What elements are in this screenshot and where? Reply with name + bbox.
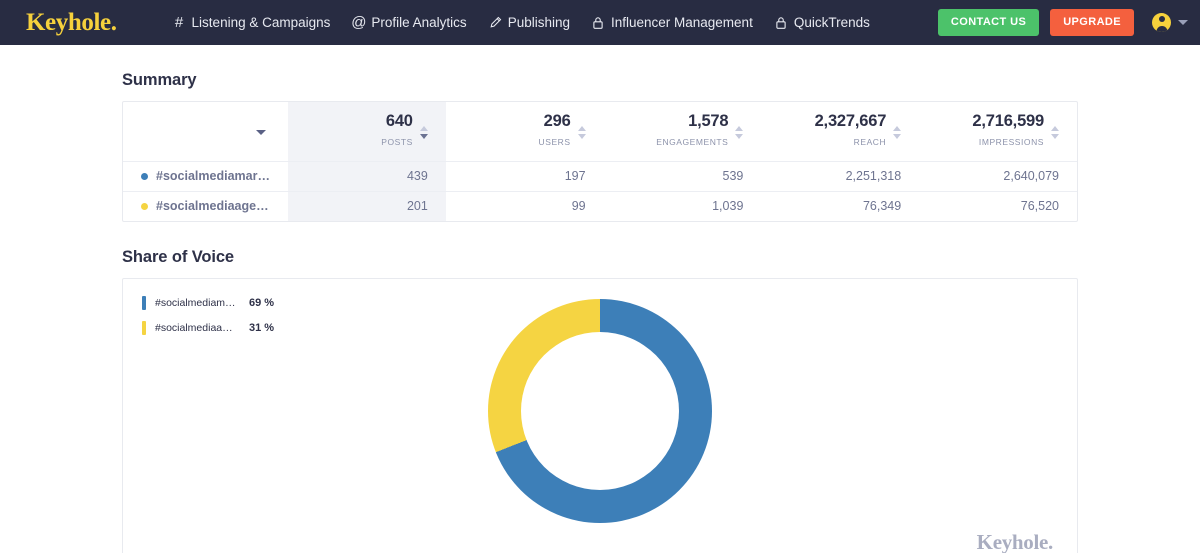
column-total-value: 1,578 xyxy=(688,112,729,131)
lock-icon xyxy=(775,16,788,30)
column-total-value: 2,716,599 xyxy=(972,112,1044,131)
sort-toggle-reach[interactable] xyxy=(893,124,902,139)
keyhole-logo[interactable]: Keyhole. xyxy=(26,10,117,35)
chevron-down-icon xyxy=(1178,20,1188,25)
keyhole-watermark: Keyhole. xyxy=(976,530,1054,553)
table-header-row: 640 POSTS 296 USERS 1,578 ENGAGEMENTS 2,… xyxy=(123,102,1077,162)
nav-item-profile-analytics[interactable]: @ Profile Analytics xyxy=(351,14,467,31)
nav-item-influencer-management[interactable]: Influencer Management xyxy=(592,16,753,30)
table-row[interactable]: #socialmediamark… 439 197 539 2,251,318 … xyxy=(123,161,1077,192)
donut-chart[interactable] xyxy=(488,299,712,523)
contact-us-button[interactable]: CONTACT US xyxy=(937,9,1040,36)
share-of-voice-title: Share of Voice xyxy=(122,248,234,266)
share-of-voice-card: #socialmediam… 69 % #socialmediaa… 31 % … xyxy=(122,278,1078,553)
column-metric-label: POSTS xyxy=(381,136,413,147)
donut-chart-container xyxy=(123,299,1077,523)
cell-users: 197 xyxy=(445,161,604,192)
hashtag-text: #socialmediaagen… xyxy=(156,199,270,214)
upgrade-button[interactable]: UPGRADE xyxy=(1050,9,1134,36)
avatar xyxy=(1152,13,1171,32)
column-header-impressions[interactable]: 2,716,599 IMPRESSIONS xyxy=(919,102,1077,162)
nav-item-label: Publishing xyxy=(507,14,570,30)
column-total-value: 640 xyxy=(385,112,413,131)
column-header-users[interactable]: 296 USERS xyxy=(445,102,604,162)
nav-item-label: Profile Analytics xyxy=(371,14,467,30)
navbar-actions: CONTACT US UPGRADE xyxy=(937,9,1188,36)
sort-toggle-posts[interactable] xyxy=(419,124,428,139)
top-navbar: Keyhole. # Listening & Campaigns @ Profi… xyxy=(0,0,1200,45)
nav-item-listening-campaigns[interactable]: # Listening & Campaigns xyxy=(173,14,331,31)
column-metric-label: IMPRESSIONS xyxy=(978,136,1044,147)
nav-item-publishing[interactable]: Publishing xyxy=(489,16,570,30)
cell-reach: 2,251,318 xyxy=(761,161,920,192)
table-row[interactable]: #socialmediaagen… 201 99 1,039 76,349 76… xyxy=(123,191,1077,221)
nav-item-label: Listening & Campaigns xyxy=(191,14,331,30)
column-total-value: 2,327,667 xyxy=(814,112,887,131)
pen-icon xyxy=(489,16,502,30)
column-metric-label: REACH xyxy=(853,136,887,147)
series-color-dot xyxy=(141,172,148,180)
column-header-posts[interactable]: 640 POSTS xyxy=(288,102,446,162)
cell-impressions: 2,640,079 xyxy=(919,161,1077,192)
cell-engagements: 539 xyxy=(603,161,762,192)
nav-item-label: Influencer Management xyxy=(610,14,753,30)
summary-title: Summary xyxy=(122,71,197,89)
cell-users: 99 xyxy=(571,199,586,214)
account-menu[interactable] xyxy=(1152,13,1188,32)
summary-card: 640 POSTS 296 USERS 1,578 ENGAGEMENTS 2,… xyxy=(122,101,1078,222)
page-content: Summary 640 POSTS 296 USERS 1,578 ENGAGE… xyxy=(0,71,1200,553)
cell-impressions: 76,520 xyxy=(1020,199,1059,214)
cell-posts: 439 xyxy=(288,161,446,192)
lock-icon xyxy=(592,16,605,30)
cell-engagements: 1,039 xyxy=(712,199,744,214)
row-hashtag-label: #socialmediaagen… xyxy=(123,191,288,221)
sort-toggle-engagements[interactable] xyxy=(735,124,744,139)
hashtag-column-header[interactable] xyxy=(123,102,288,162)
cell-reach: 76,349 xyxy=(862,199,902,214)
column-header-engagements[interactable]: 1,578 ENGAGEMENTS xyxy=(603,102,762,162)
column-metric-label: USERS xyxy=(538,136,571,147)
column-total-value: 296 xyxy=(543,112,571,131)
column-header-reach[interactable]: 2,327,667 REACH xyxy=(761,102,920,162)
sort-toggle-impressions[interactable] xyxy=(1051,124,1059,139)
summary-table-body: #socialmediamark… 439 197 539 2,251,318 … xyxy=(123,161,1077,221)
summary-table: 640 POSTS 296 USERS 1,578 ENGAGEMENTS 2,… xyxy=(123,102,1077,221)
at-icon: @ xyxy=(351,14,367,31)
hash-icon: # xyxy=(174,14,184,31)
series-color-dot xyxy=(141,202,148,210)
main-nav: # Listening & Campaigns @ Profile Analyt… xyxy=(173,14,870,31)
row-hashtag-label: #socialmediamark… xyxy=(123,161,288,192)
chevron-down-icon[interactable] xyxy=(256,130,266,136)
nav-item-label: QuickTrends xyxy=(793,14,870,30)
hashtag-text: #socialmediamark… xyxy=(156,169,270,183)
sort-toggle-users[interactable] xyxy=(577,124,586,139)
cell-posts: 201 xyxy=(288,191,446,221)
summary-table-head: 640 POSTS 296 USERS 1,578 ENGAGEMENTS 2,… xyxy=(123,102,1077,162)
column-metric-label: ENGAGEMENTS xyxy=(656,136,729,147)
nav-item-quicktrends[interactable]: QuickTrends xyxy=(775,16,870,30)
